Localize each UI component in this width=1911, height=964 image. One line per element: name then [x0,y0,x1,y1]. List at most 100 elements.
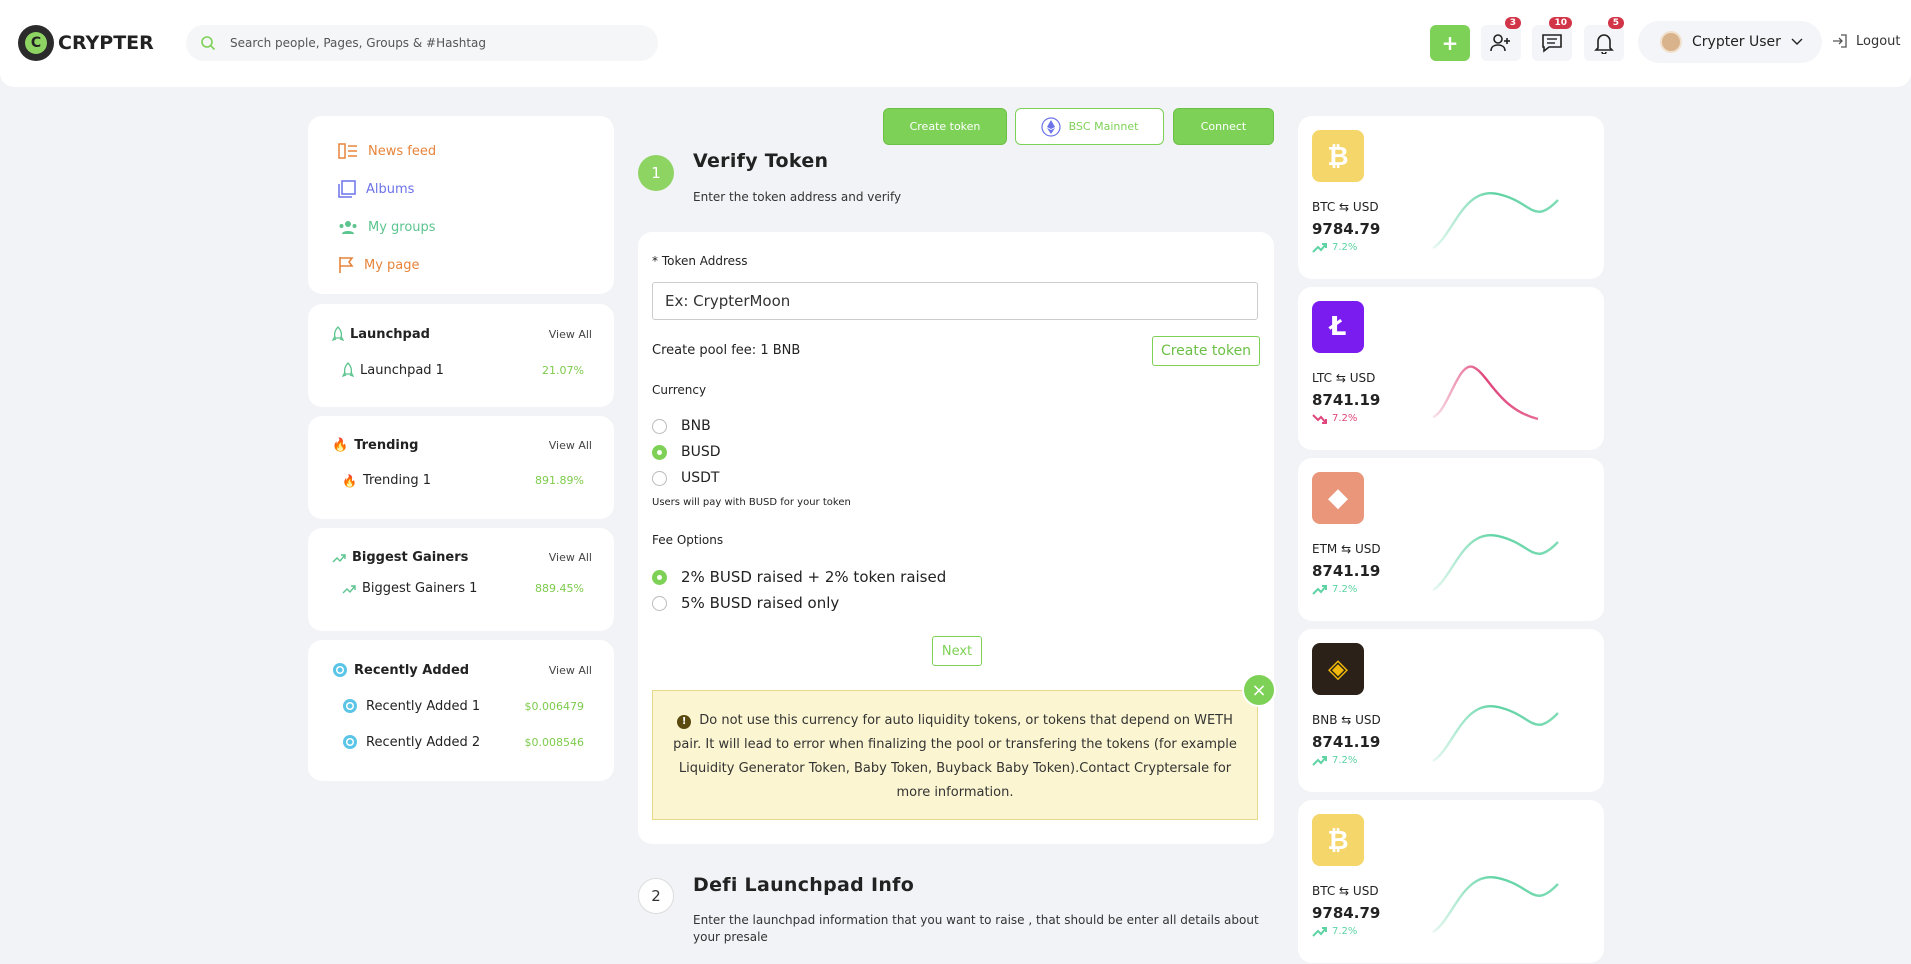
coin-card-btc[interactable]: ₿ BTC ⇆ USD 9784.79 7.2% [1298,800,1604,963]
search-bar[interactable] [186,25,658,61]
etm-icon: ◆ [1312,472,1364,524]
coin-glyph: ₿ [1327,141,1349,172]
step-2-title: Defi Launchpad Info [693,874,915,896]
fee-option-1[interactable]: 2% BUSD raised + 2% token raised [652,568,946,586]
connect-button[interactable]: Connect [1173,108,1274,145]
trend-up-icon [342,584,356,593]
view-all-recent[interactable]: View All [549,664,592,677]
user-menu[interactable]: Crypter User [1638,21,1822,63]
friend-requests-button[interactable]: 3 [1481,17,1521,61]
gainers-title-text: Biggest Gainers [352,550,469,565]
coin-icon [343,699,357,713]
radio-label: BUSD [681,444,721,460]
fee-option-2[interactable]: 5% BUSD raised only [652,594,839,612]
search-input[interactable] [230,36,610,50]
launchpad-title-text: Launchpad [350,326,430,342]
list-item[interactable]: Launchpad 1 21.07% [332,362,592,378]
radio-button[interactable] [652,444,667,460]
change-value: 7.2% [1332,242,1358,253]
launchpad-title: Launchpad [332,326,430,342]
radio-button[interactable] [652,418,667,434]
coin-glyph: ₿ [1327,825,1349,856]
change-value: 7.2% [1332,926,1358,937]
sidebar-item-my-page[interactable]: My page [308,246,614,284]
radio-button[interactable] [652,470,667,486]
list-item[interactable]: Biggest Gainers 1 889.45% [332,581,592,596]
coin-pair: BNB ⇆ USD [1312,713,1381,727]
coin-card-etm[interactable]: ◆ ETM ⇆ USD 8741.19 7.2% [1298,458,1604,621]
radio-label: 2% BUSD raised + 2% token raised [681,568,947,586]
coin-card-btc[interactable]: ₿ BTC ⇆ USD 9784.79 7.2% [1298,116,1604,279]
next-button[interactable]: Next [932,636,982,666]
step-1-indicator: 1 [638,155,674,191]
sidebar-item-label: Albums [366,181,415,197]
ethereum-icon [1040,116,1061,137]
currency-label: Currency [652,383,707,397]
sidebar-item-albums[interactable]: Albums [308,170,614,208]
radio-button[interactable] [652,595,667,611]
sparkline-chart [1432,704,1559,763]
logo[interactable]: C CRYPTER [18,25,154,61]
logout-button[interactable]: Logout [1832,33,1901,49]
sidebar-item-my-groups[interactable]: My groups [308,208,614,246]
network-button[interactable]: BSC Mainnet [1015,108,1164,145]
coin-glyph: ◈ [1328,654,1348,684]
item-name: Trending 1 [362,473,432,488]
change-value: 7.2% [1332,584,1358,595]
view-all-trending[interactable]: View All [549,439,592,452]
logo-icon: C [18,25,54,61]
view-all-launchpad[interactable]: View All [549,328,592,341]
item-value: $0.008546 [524,735,585,749]
currency-option-busd[interactable]: BUSD [652,444,721,460]
ltc-icon: Ł [1312,301,1364,353]
coin-price: 9784.79 [1312,220,1381,238]
trending-card: 🔥 Trending View All 🔥 Trending 1 891.89% [308,416,614,519]
verify-token-form: * Token Address Create pool fee: 1 BNB C… [638,232,1274,844]
coin-price: 8741.19 [1312,733,1381,751]
radio-label: 5% BUSD raised only [681,594,840,612]
item-name: Recently Added 1 [366,698,481,714]
coin-icon [343,735,357,749]
create-token-button[interactable]: Create token [883,108,1007,145]
coin-glyph: ◆ [1328,483,1348,513]
avatar [1660,31,1682,53]
launchpad-card: Launchpad View All Launchpad 1 21.07% [308,304,614,407]
list-item[interactable]: Recently Added 2 $0.008546 [332,734,592,750]
sidebar-item-news-feed[interactable]: News feed [308,132,614,170]
list-item[interactable]: 🔥 Trending 1 891.89% [332,473,592,488]
warning-icon: ! [677,715,692,729]
currency-option-bnb[interactable]: BNB [652,418,711,434]
currency-note: Users will pay with BUSD for your token [652,497,851,508]
messages-button[interactable]: 10 [1532,17,1572,61]
groups-icon [339,221,357,234]
radio-button[interactable] [652,569,667,585]
coin-change: 7.2% [1312,413,1357,424]
list-item[interactable]: Recently Added 1 $0.006479 [332,698,592,714]
coin-card-ltc[interactable]: Ł LTC ⇆ USD 8741.19 7.2% [1298,287,1604,450]
trend-up-icon [1312,584,1327,595]
view-all-gainers[interactable]: View All [549,551,592,564]
token-address-label: * Token Address [652,254,748,268]
notifications-button[interactable]: 5 [1584,17,1624,61]
sparkline-chart [1432,191,1559,250]
chevron-down-icon [1791,38,1803,45]
trending-title-text: Trending [354,438,419,453]
close-button[interactable]: × [1242,673,1276,707]
trend-up-icon [1312,242,1327,253]
coin-card-bnb[interactable]: ◈ BNB ⇆ USD 8741.19 7.2% [1298,629,1604,792]
top-header: C CRYPTER + 3 10 5 Crypter User Logout [0,0,1911,87]
recent-title: Recently Added [332,662,469,678]
create-token-form-button[interactable]: Create token [1152,336,1260,366]
logout-icon [1833,34,1847,48]
item-name: Biggest Gainers 1 [362,581,478,596]
add-user-icon [1490,34,1510,52]
token-address-input[interactable] [652,282,1258,320]
trend-up-icon [1312,926,1327,937]
add-button[interactable]: + [1430,25,1470,61]
recently-added-card: Recently Added View All Recently Added 1… [308,640,614,781]
message-icon [1542,34,1562,53]
fire-icon: 🔥 [342,473,357,488]
trend-up-icon [1312,755,1327,766]
coin-change: 7.2% [1312,584,1357,595]
currency-option-usdt[interactable]: USDT [652,470,719,486]
